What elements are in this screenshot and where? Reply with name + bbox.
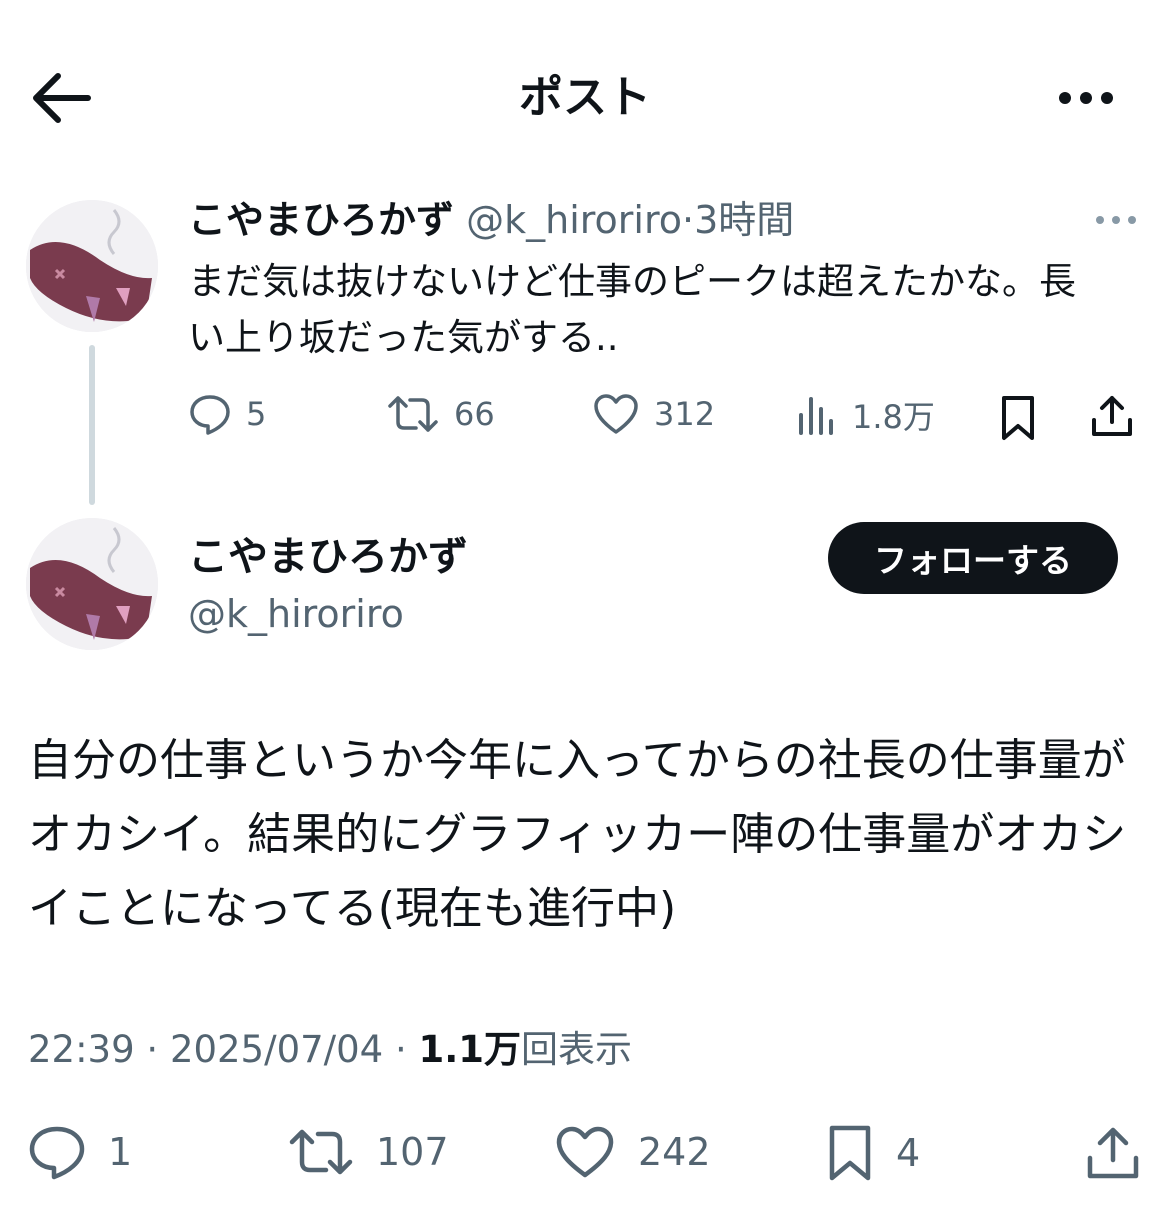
- reply-count: 5: [246, 395, 267, 433]
- post-text: 自分の仕事というか今年に入ってからの社長の仕事量がオカシイ。結果的にグラフィッカ…: [28, 735, 1127, 934]
- views-label: 回表示: [521, 1028, 633, 1071]
- bookmark-icon: [826, 1124, 874, 1182]
- comment-icon: [188, 392, 232, 436]
- thread-line: [89, 345, 95, 505]
- like-button[interactable]: 312: [592, 392, 715, 436]
- share-icon[interactable]: [1084, 1124, 1142, 1182]
- separator: ·: [394, 1028, 407, 1071]
- avatar[interactable]: [26, 518, 158, 650]
- like-button[interactable]: 242: [554, 1124, 711, 1180]
- handle[interactable]: @k_hiroriro: [188, 586, 404, 642]
- reply-button[interactable]: 5: [188, 392, 266, 436]
- heart-icon: [554, 1124, 616, 1180]
- timestamp[interactable]: 3時間: [694, 198, 794, 242]
- repost-button[interactable]: 66: [386, 392, 495, 436]
- page-title: ポスト: [519, 72, 651, 123]
- separator: ·: [682, 198, 695, 242]
- avatar[interactable]: [26, 200, 158, 332]
- bookmark-count: 4: [896, 1131, 921, 1175]
- post-date[interactable]: 2025/07/04: [170, 1028, 383, 1071]
- post-meta: 22:39 · 2025/07/04 · 1.1万回表示: [28, 1022, 632, 1078]
- reply-button[interactable]: 1: [28, 1124, 132, 1180]
- display-name[interactable]: こやまひろかず: [188, 198, 454, 242]
- post-time[interactable]: 22:39: [28, 1028, 135, 1071]
- repost-button[interactable]: 107: [288, 1124, 449, 1180]
- views-count: 1.1万: [418, 1028, 522, 1071]
- view-count: 1.8万: [852, 398, 935, 436]
- like-count: 242: [638, 1130, 711, 1174]
- follow-button[interactable]: フォローする: [828, 522, 1118, 594]
- bookmark-icon[interactable]: [998, 394, 1038, 442]
- bookmark-button[interactable]: 4: [826, 1124, 920, 1182]
- heart-icon: [592, 392, 640, 436]
- like-count: 312: [654, 395, 716, 433]
- comment-icon: [28, 1124, 86, 1180]
- reply-count: 1: [108, 1130, 133, 1174]
- display-name[interactable]: こやまひろかず: [188, 528, 468, 586]
- share-icon[interactable]: [1088, 392, 1136, 440]
- analytics-icon: [796, 393, 838, 437]
- separator: ·: [146, 1028, 159, 1071]
- repost-icon: [288, 1124, 354, 1180]
- reply-header: こやまひろかず @k_hiroriro·3時間: [188, 192, 794, 248]
- more-horizontal-icon[interactable]: [1092, 208, 1140, 232]
- views-button[interactable]: 1.8万: [796, 392, 935, 438]
- repost-icon: [386, 392, 440, 436]
- more-horizontal-icon[interactable]: [1055, 80, 1117, 116]
- repost-count: 107: [376, 1130, 449, 1174]
- handle[interactable]: @k_hiroriro: [466, 198, 682, 242]
- repost-count: 66: [454, 395, 495, 433]
- reply-text: まだ気は抜けないけど仕事のピークは超えたかな。長い上り坂だった気がする..: [188, 260, 1076, 359]
